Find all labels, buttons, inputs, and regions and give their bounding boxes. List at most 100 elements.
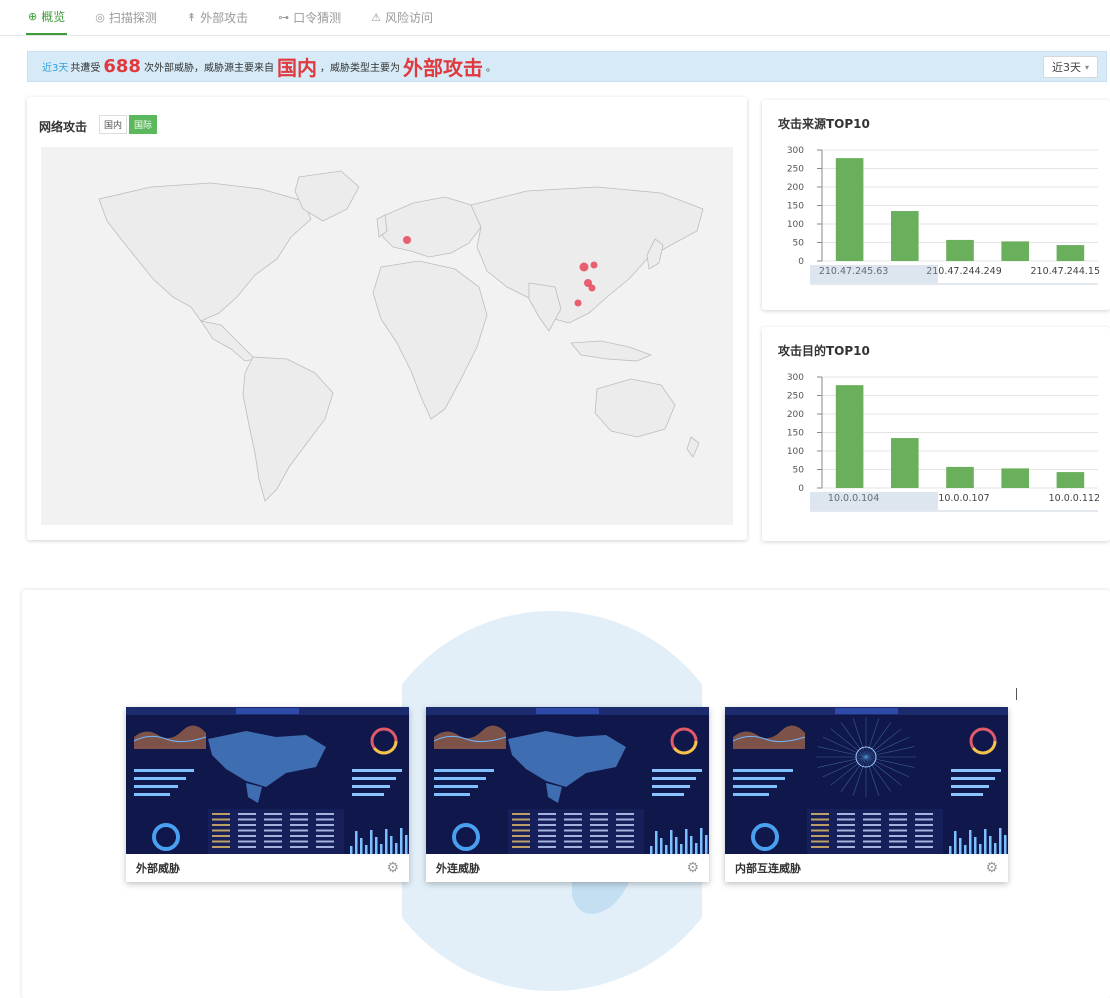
banner-suffix: 。 — [485, 63, 496, 74]
attack-marker — [574, 299, 582, 307]
chevron-down-icon: ▾ — [1084, 62, 1089, 72]
dashboard-preview[interactable] — [426, 707, 709, 854]
tab-scan[interactable]: ◎ 扫描探测 — [93, 0, 159, 35]
tab-label: 口令猜测 — [293, 10, 342, 25]
south-america-shape — [242, 356, 334, 502]
dashboard-card[interactable]: 外连威胁 ⚙ — [426, 707, 709, 882]
banner-period: 近3天 — [42, 63, 69, 74]
bar — [1056, 472, 1085, 488]
y-tick-label: 200 — [787, 410, 804, 420]
world-map[interactable] — [41, 147, 733, 525]
gear-icon[interactable]: ⚙ — [985, 860, 998, 876]
europe-shape — [380, 196, 482, 258]
tab-attack[interactable]: ↟ 外部攻击 — [185, 0, 250, 35]
attack-source-card: 攻击来源TOP10 0 50 100 150 200 250 300 210.47.245.6… — [762, 100, 1110, 310]
scan-icon: ◎ — [95, 10, 105, 24]
dashboard-label: 外部威胁 — [136, 862, 180, 875]
y-tick-label: 50 — [793, 239, 805, 249]
tab-label: 外部攻击 — [200, 10, 249, 25]
banner-middle: 次外部威胁，威胁源主要来自 — [143, 63, 274, 74]
indonesia-shape — [570, 340, 653, 362]
warning-icon: ⚠ — [371, 10, 381, 24]
tab-warning[interactable]: ⚠ 风险访问 — [369, 0, 435, 35]
y-tick-label: 150 — [787, 202, 804, 212]
attack-marker — [579, 262, 589, 272]
network-attack-card: 网络攻击 国内 国际 — [27, 97, 747, 540]
y-tick-label: 300 — [787, 146, 804, 156]
bar — [1056, 245, 1085, 261]
text-cursor — [1016, 688, 1017, 700]
attack-source-chart[interactable]: 050100150200250300210.47.245.63 210.47.24… — [762, 138, 1110, 298]
dashboard-card[interactable]: 内部互连威胁 ⚙ — [725, 707, 1008, 882]
period-select[interactable]: 近3天 ▾ — [1042, 56, 1098, 78]
attack-marker — [403, 236, 411, 244]
y-tick-label: 100 — [787, 447, 804, 457]
africa-shape — [372, 260, 488, 420]
bar — [1001, 468, 1029, 488]
globe-icon: ⊕ — [28, 9, 38, 23]
network-attack-title: 网络攻击 — [39, 120, 88, 134]
dashboard-card[interactable]: 外部威胁 ⚙ — [126, 707, 409, 882]
y-tick-label: 0 — [798, 484, 804, 494]
threat-summary-banner: 近3天 共遭受 688 次外部威胁，威胁源主要来自 国内 ，威胁类型主要为 外部… — [27, 51, 1107, 82]
dashboard-label: 内部互连威胁 — [735, 862, 801, 875]
zoom-slider — [810, 492, 938, 510]
y-tick-label: 300 — [787, 373, 804, 383]
banner-threat-count: 688 — [103, 56, 141, 77]
attack-marker — [590, 261, 598, 269]
x-tick-label: 10.0.0.112 — [1049, 493, 1100, 504]
tab-key[interactable]: ⊶ 口令猜测 — [276, 0, 343, 35]
dashboard-preview[interactable] — [126, 707, 409, 854]
banner-middle2: ，威胁类型主要为 — [319, 63, 400, 74]
y-tick-label: 150 — [787, 429, 804, 439]
dashboard-footer: 外连威胁 ⚙ — [426, 854, 709, 882]
banner-prefix: 共遭受 — [70, 63, 101, 74]
india-shape — [528, 282, 562, 332]
page: ⊕ 概览 ◎ 扫描探测 ↟ 外部攻击 ⊶ 口令猜测 ⚠ 风险访问 近3天 共遭受 688 次外部威… — [0, 0, 1110, 998]
tab-label: 概览 — [41, 9, 66, 24]
y-tick-label: 50 — [793, 466, 805, 476]
gear-icon[interactable]: ⚙ — [686, 860, 699, 876]
tab-globe[interactable]: ⊕ 概览 — [26, 0, 68, 35]
bar — [891, 438, 919, 488]
attack-source-title: 攻击来源TOP10 — [778, 117, 870, 131]
y-tick-label: 0 — [798, 257, 804, 267]
bar — [1001, 241, 1029, 261]
dashboard-footer: 外部威胁 ⚙ — [126, 854, 409, 882]
tab-label: 风险访问 — [384, 10, 433, 25]
top-tabs: ⊕ 概览 ◎ 扫描探测 ↟ 外部攻击 ⊶ 口令猜测 ⚠ 风险访问 — [0, 0, 1110, 36]
bar — [946, 466, 974, 488]
banner-threat-type: 外部攻击 — [402, 56, 483, 80]
bar — [835, 385, 864, 488]
new-zealand-shape — [686, 436, 700, 458]
attack-target-title: 攻击目的TOP10 — [778, 344, 870, 358]
world-map-svg — [98, 170, 704, 502]
gear-icon[interactable]: ⚙ — [386, 860, 399, 876]
scope-domestic-button[interactable]: 国内 — [99, 115, 128, 134]
banner-threat-source: 国内 — [276, 56, 317, 80]
zoom-slider — [810, 265, 938, 283]
attack-target-chart[interactable]: 05010015020025030010.0.0.104 10.0.0.107 10… — [762, 365, 1110, 525]
tab-label: 扫描探测 — [108, 10, 157, 25]
period-select-value: 近3天 — [1051, 61, 1081, 74]
central-america-shape — [200, 320, 256, 362]
scope-toggle: 国内 国际 — [99, 115, 159, 134]
bar — [835, 158, 864, 261]
attack-icon: ↟ — [186, 10, 197, 24]
key-icon: ⊶ — [278, 10, 290, 24]
y-tick-label: 100 — [787, 220, 804, 230]
dashboard-footer: 内部互连威胁 ⚙ — [725, 854, 1008, 882]
north-america-shape — [98, 182, 312, 322]
asia-shape — [470, 186, 704, 324]
bar — [891, 211, 919, 261]
y-tick-label: 200 — [787, 183, 804, 193]
x-tick-label: 210.47.244.15 — [1030, 266, 1100, 277]
australia-shape — [594, 378, 676, 438]
dashboard-label: 外连威胁 — [436, 862, 480, 875]
attack-marker — [588, 284, 596, 292]
scope-international-button[interactable]: 国际 — [129, 115, 158, 134]
x-tick-label: 10.0.0.107 — [938, 493, 989, 504]
bar — [946, 239, 974, 261]
dashboard-preview[interactable] — [725, 707, 1008, 854]
attack-target-card: 攻击目的TOP10 0 50 100 150 200 250 300 10.0.0.104 10… — [762, 327, 1110, 541]
